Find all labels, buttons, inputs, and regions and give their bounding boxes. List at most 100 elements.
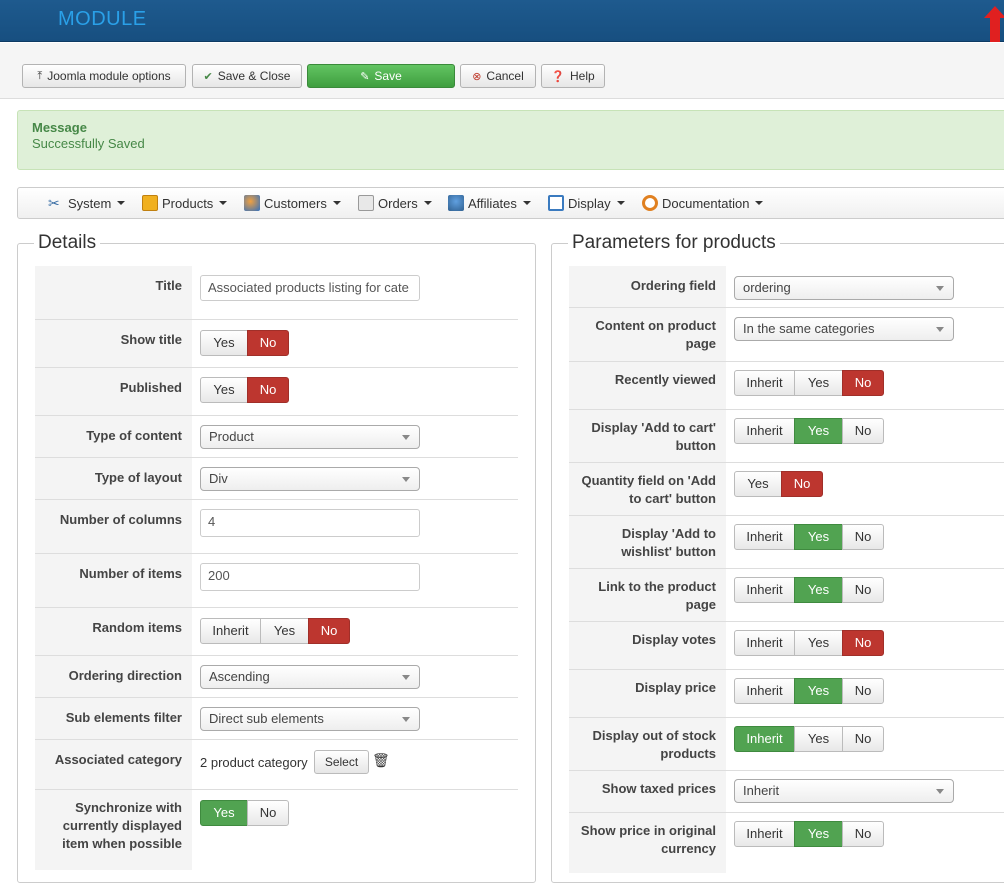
random-no[interactable]: No — [308, 618, 350, 644]
add-cart-inherit[interactable]: Inherit — [734, 418, 795, 444]
chevron-down-icon — [332, 201, 341, 205]
toolbar: ⤒ Joomla module options ✔ Save & Close ✎… — [0, 43, 1004, 99]
title-label: Title — [35, 266, 192, 319]
chevron-down-icon — [219, 201, 228, 205]
out-stock-toggle: Inherit Yes No — [734, 726, 884, 752]
row-votes: Display votes Inherit Yes No — [569, 622, 1004, 670]
select-category-button[interactable]: Select — [314, 750, 369, 774]
price-inherit[interactable]: Inherit — [734, 678, 795, 704]
price-yes[interactable]: Yes — [794, 678, 843, 704]
joomla-module-options-button[interactable]: ⤒ Joomla module options — [22, 64, 186, 88]
row-recently-viewed: Recently viewed Inherit Yes No — [569, 362, 1004, 410]
save-close-button[interactable]: ✔ Save & Close — [192, 64, 302, 88]
menu-customers[interactable]: Customers — [244, 195, 341, 211]
recently-viewed-no[interactable]: No — [842, 370, 884, 396]
out-stock-inherit[interactable]: Inherit — [734, 726, 795, 752]
content-page-label: Content on product page — [569, 308, 726, 361]
published-toggle: Yes No — [200, 377, 289, 403]
orig-currency-yes[interactable]: Yes — [794, 821, 843, 847]
price-toggle: Inherit Yes No — [734, 678, 884, 704]
help-icon: ❓ — [551, 70, 565, 83]
content-page-select[interactable]: In the same categories — [734, 317, 954, 341]
row-price: Display price Inherit Yes No — [569, 670, 1004, 718]
menu-affiliates[interactable]: Affiliates — [448, 195, 531, 211]
columns-input[interactable]: 4 — [200, 509, 420, 537]
qty-field-yes[interactable]: Yes — [734, 471, 782, 497]
row-assoc-cat: Associated category 2 product category S… — [35, 740, 518, 790]
recently-viewed-inherit[interactable]: Inherit — [734, 370, 795, 396]
random-label: Random items — [35, 608, 192, 655]
menu-products[interactable]: Products — [142, 195, 228, 211]
link-product-inherit[interactable]: Inherit — [734, 577, 795, 603]
sub-filter-select[interactable]: Direct sub elements — [200, 707, 420, 731]
wishlist-yes[interactable]: Yes — [794, 524, 843, 550]
row-ordering-field: Ordering field ordering — [569, 266, 1004, 308]
row-sync: Synchronize with currently displayed ite… — [35, 790, 518, 870]
page-title: MODULE — [58, 8, 147, 30]
recently-viewed-yes[interactable]: Yes — [794, 370, 843, 396]
type-content-select[interactable]: Product — [200, 425, 420, 449]
votes-yes[interactable]: Yes — [794, 630, 843, 656]
type-layout-select[interactable]: Div — [200, 467, 420, 491]
trash-icon[interactable]: 🗑 — [372, 752, 390, 769]
show-title-yes[interactable]: Yes — [200, 330, 248, 356]
votes-no[interactable]: No — [842, 630, 884, 656]
chevron-down-icon — [402, 675, 410, 680]
sub-filter-value: Direct sub elements — [209, 711, 324, 726]
menu-documentation[interactable]: Documentation — [642, 195, 764, 211]
order-dir-select[interactable]: Ascending — [200, 665, 420, 689]
row-random: Random items Inherit Yes No — [35, 608, 518, 656]
orig-currency-no[interactable]: No — [842, 821, 884, 847]
row-sub-filter: Sub elements filter Direct sub elements — [35, 698, 518, 740]
items-input[interactable]: 200 — [200, 563, 420, 591]
wishlist-no[interactable]: No — [842, 524, 884, 550]
menu-system[interactable]: ✂ System — [48, 195, 126, 211]
published-no[interactable]: No — [247, 377, 289, 403]
link-product-no[interactable]: No — [842, 577, 884, 603]
affiliates-icon — [448, 195, 464, 211]
sync-no[interactable]: No — [247, 800, 289, 826]
main-menu: ✂ System Products Customers Orders Affil… — [17, 187, 1004, 219]
message-heading: Message — [32, 120, 87, 135]
customers-icon — [244, 195, 260, 211]
row-wishlist: Display 'Add to wishlist' button Inherit… — [569, 516, 1004, 569]
menu-display[interactable]: Display — [548, 195, 625, 211]
add-cart-no[interactable]: No — [842, 418, 884, 444]
type-content-label: Type of content — [35, 416, 192, 457]
votes-inherit[interactable]: Inherit — [734, 630, 795, 656]
price-label: Display price — [569, 670, 726, 717]
published-yes[interactable]: Yes — [200, 377, 248, 403]
row-qty-field: Quantity field on 'Add to cart' button Y… — [569, 463, 1004, 516]
sync-yes[interactable]: Yes — [200, 800, 248, 826]
random-yes[interactable]: Yes — [260, 618, 309, 644]
out-stock-yes[interactable]: Yes — [794, 726, 843, 752]
type-layout-value: Div — [209, 471, 228, 486]
chevron-down-icon — [616, 201, 625, 205]
add-cart-label: Display 'Add to cart' button — [569, 410, 726, 462]
add-cart-yes[interactable]: Yes — [794, 418, 843, 444]
link-product-yes[interactable]: Yes — [794, 577, 843, 603]
row-link-product: Link to the product page Inherit Yes No — [569, 569, 1004, 622]
chevron-down-icon — [402, 717, 410, 722]
qty-field-no[interactable]: No — [781, 471, 823, 497]
menu-orders[interactable]: Orders — [358, 195, 432, 211]
wishlist-inherit[interactable]: Inherit — [734, 524, 795, 550]
taxed-label: Show taxed prices — [569, 771, 726, 812]
row-content-page: Content on product page In the same cate… — [569, 308, 1004, 362]
ordering-field-select[interactable]: ordering — [734, 276, 954, 300]
show-title-no[interactable]: No — [247, 330, 289, 356]
price-no[interactable]: No — [842, 678, 884, 704]
show-title-label: Show title — [35, 320, 192, 367]
taxed-select[interactable]: Inherit — [734, 779, 954, 803]
save-button[interactable]: ✎ Save — [307, 64, 455, 88]
title-input[interactable]: Associated products listing for cate — [200, 275, 420, 301]
out-stock-no[interactable]: No — [842, 726, 884, 752]
order-dir-label: Ordering direction — [35, 656, 192, 697]
orig-currency-inherit[interactable]: Inherit — [734, 821, 795, 847]
type-content-value: Product — [209, 429, 254, 444]
help-button[interactable]: ❓ Help — [541, 64, 605, 88]
upload-icon: ⤒ — [37, 69, 43, 82]
link-product-label: Link to the product page — [569, 569, 726, 621]
random-inherit[interactable]: Inherit — [200, 618, 261, 644]
cancel-button[interactable]: ⊗ Cancel — [460, 64, 536, 88]
